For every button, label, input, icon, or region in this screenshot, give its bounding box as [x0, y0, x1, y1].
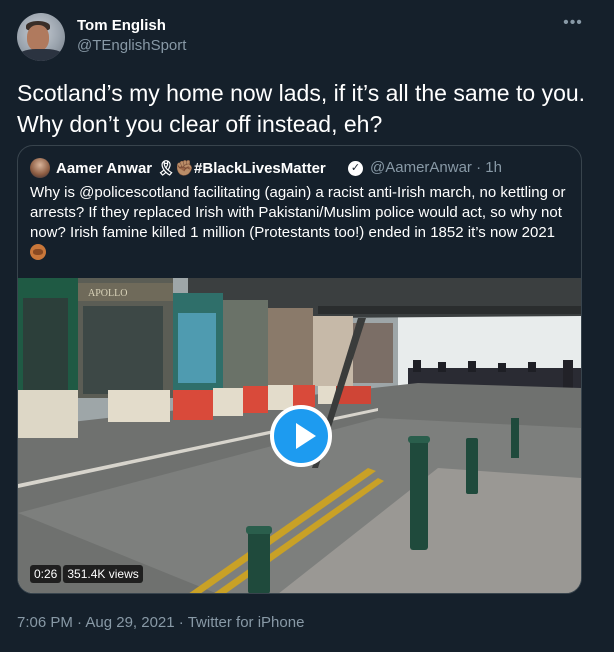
- quoted-handle-time: @AamerAnwar · 1h: [370, 159, 502, 176]
- quoted-tweet[interactable]: Aamer Anwar 🎗✊🏽#BlackLivesMatter ✓ @Aame…: [17, 145, 582, 594]
- author-name[interactable]: Tom English: [77, 17, 166, 34]
- client-link[interactable]: Twitter for iPhone: [188, 614, 305, 631]
- quoted-avatar: [30, 158, 50, 178]
- quoted-text-block: Why is @policescotland facilitating (aga…: [30, 183, 570, 263]
- shop-sign: APOLLO: [88, 288, 127, 299]
- video-views: 351.4K views: [63, 565, 143, 583]
- play-icon[interactable]: [270, 405, 332, 467]
- timestamp-link[interactable]: 7:06 PM · Aug 29, 2021: [17, 614, 175, 631]
- author-avatar[interactable]: [17, 13, 65, 61]
- more-icon[interactable]: •••: [562, 14, 584, 36]
- quoted-name: Aamer Anwar 🎗✊🏽#BlackLivesMatter: [56, 160, 326, 177]
- footer-separator: ·: [174, 614, 188, 631]
- tweet: Tom English @TEnglishSport ••• Scotland’…: [0, 0, 614, 652]
- emoji-icon: [30, 244, 46, 260]
- tweet-text: Scotland’s my home now lads, if it’s all…: [17, 80, 586, 137]
- author-handle[interactable]: @TEnglishSport: [77, 37, 186, 54]
- verified-icon: ✓: [348, 161, 363, 176]
- tweet-footer: 7:06 PM · Aug 29, 2021 · Twitter for iPh…: [17, 614, 304, 631]
- video-player[interactable]: APOLLO 0:26 351.4K views: [18, 278, 581, 593]
- video-meta: 0:26 351.4K views: [30, 565, 143, 583]
- quoted-text: Why is @policescotland facilitating (aga…: [30, 184, 566, 241]
- video-duration: 0:26: [30, 565, 62, 583]
